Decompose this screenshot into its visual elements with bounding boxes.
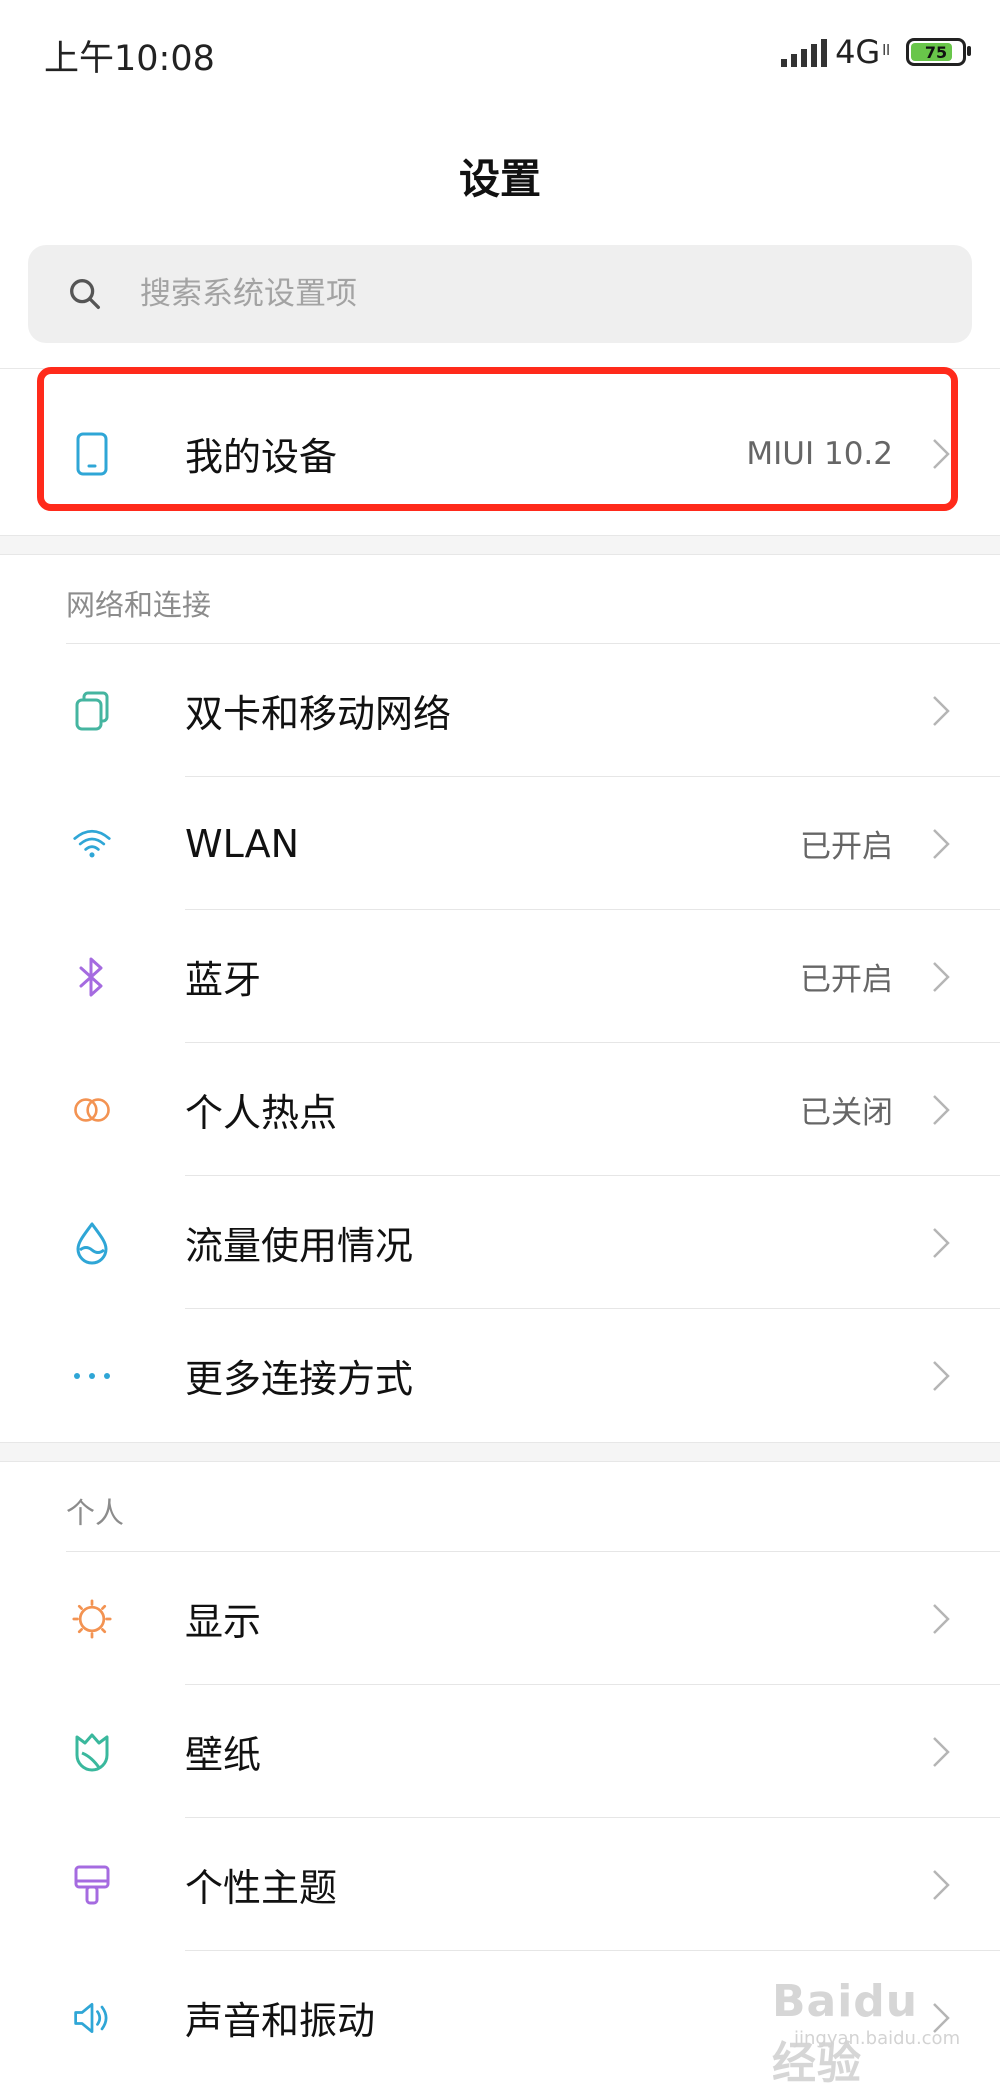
settings-item-label: 蓝牙: [185, 958, 262, 1002]
settings-item-label: 个人热点: [185, 1091, 338, 1135]
settings-item-dual-sim[interactable]: 双卡和移动网络: [0, 644, 1000, 777]
settings-item-more-connections[interactable]: 更多连接方式: [0, 1309, 1000, 1442]
settings-item-value: 已开启: [800, 962, 893, 998]
settings-item-value: MIUI 10.2: [746, 435, 893, 472]
settings-item-value: 已关闭: [800, 1095, 893, 1131]
phone-icon: [72, 432, 112, 475]
theme-icon: [72, 1865, 112, 1905]
status-time: 上午10:08: [44, 39, 215, 79]
battery-level: 75: [924, 42, 948, 62]
settings-item-theme[interactable]: 个性主题: [0, 1818, 1000, 1951]
chevron-right-icon: [933, 1869, 950, 1900]
battery-icon: 75: [906, 38, 971, 66]
search-icon: [70, 279, 100, 309]
settings-item-wlan[interactable]: WLAN 已开启: [0, 777, 1000, 910]
data-usage-icon: [72, 1222, 112, 1264]
status-indicators: 4G ll 75: [781, 30, 971, 74]
settings-item-data-usage[interactable]: 流量使用情况: [0, 1176, 1000, 1309]
chevron-right-icon: [933, 1603, 950, 1634]
settings-item-bluetooth[interactable]: 蓝牙 已开启: [0, 910, 1000, 1043]
sound-icon: [72, 1998, 112, 2038]
settings-item-wallpaper[interactable]: 壁纸: [0, 1685, 1000, 1818]
settings-item-display[interactable]: 显示: [0, 1552, 1000, 1685]
chevron-right-icon: [933, 1227, 950, 1258]
signal-icon: [781, 37, 828, 67]
settings-item-my-device[interactable]: 我的设备 MIUI 10.2: [0, 387, 1000, 520]
chevron-right-icon: [933, 1094, 950, 1125]
chevron-right-icon: [933, 1360, 950, 1391]
search-input[interactable]: [138, 275, 902, 313]
hotspot-icon: [72, 1090, 112, 1130]
dual-sim-icon: [72, 691, 112, 731]
chevron-right-icon: [933, 828, 950, 859]
more-icon: [72, 1356, 112, 1396]
section-title-network: 网络和连接: [66, 588, 212, 622]
settings-item-hotspot[interactable]: 个人热点 已关闭: [0, 1043, 1000, 1176]
settings-item-label: 我的设备: [185, 435, 338, 479]
wallpaper-icon: [72, 1732, 112, 1772]
section-gap: [0, 535, 1000, 555]
watermark-sub: jingyan.baidu.com: [794, 2028, 961, 2049]
divider: [0, 368, 1000, 372]
network-type: 4G ll: [835, 33, 890, 71]
settings-item-value: 已开启: [800, 829, 893, 865]
settings-item-label: 更多连接方式: [185, 1357, 414, 1401]
section-gap: [0, 1442, 1000, 1462]
baidu-watermark: Baidu 经验 jingyan.baidu.com: [742, 1956, 972, 2089]
status-bar: 上午10:08 4G ll 75: [0, 0, 1000, 105]
bluetooth-icon: [72, 957, 112, 997]
settings-item-label: 壁纸: [185, 1733, 262, 1777]
settings-item-label: 声音和振动: [185, 1999, 376, 2043]
settings-item-label: WLAN: [185, 821, 300, 866]
page-title: 设置: [459, 155, 541, 203]
display-icon: [72, 1598, 112, 1639]
settings-item-label: 流量使用情况: [185, 1224, 414, 1268]
chevron-right-icon: [933, 1736, 950, 1767]
wifi-icon: [72, 824, 112, 864]
settings-item-label: 显示: [185, 1600, 262, 1644]
search-bar[interactable]: [28, 245, 972, 343]
chevron-right-icon: [933, 961, 950, 992]
settings-item-label: 双卡和移动网络: [185, 692, 452, 736]
section-title-personal: 个人: [66, 1496, 125, 1530]
settings-item-label: 个性主题: [185, 1866, 338, 1910]
chevron-right-icon: [933, 695, 950, 726]
chevron-right-icon: [933, 438, 950, 469]
